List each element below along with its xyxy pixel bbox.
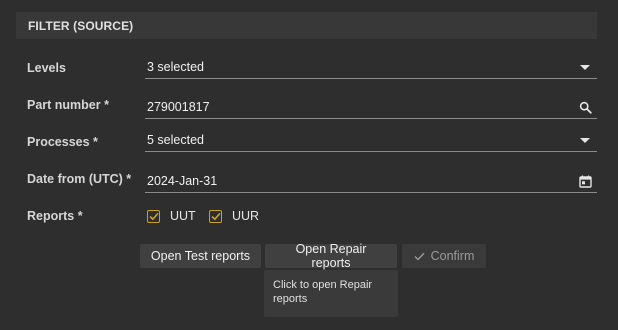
part-number-value: 279001817 xyxy=(147,100,210,114)
panel-title: FILTER (SOURCE) xyxy=(28,18,134,33)
part-number-input[interactable]: 279001817 xyxy=(145,96,597,119)
chevron-down-icon[interactable] xyxy=(575,130,595,150)
uur-checkbox-group[interactable]: UUR xyxy=(209,209,259,223)
part-number-label: Part number * xyxy=(27,98,109,112)
check-icon xyxy=(148,212,159,220)
processes-value: 5 selected xyxy=(147,133,204,147)
confirm-button[interactable]: Confirm xyxy=(402,244,486,268)
open-test-reports-button[interactable]: Open Test reports xyxy=(140,244,261,268)
levels-label: Levels xyxy=(27,61,66,75)
date-from-input[interactable]: 2024-Jan-31 xyxy=(145,170,597,193)
search-icon[interactable] xyxy=(575,97,595,117)
uut-checkbox-group[interactable]: UUT xyxy=(147,209,196,223)
check-icon xyxy=(414,252,425,261)
part-number-row: Part number * 279001817 xyxy=(0,98,618,130)
reports-label: Reports * xyxy=(27,209,83,223)
uut-checkbox[interactable] xyxy=(147,209,160,223)
check-icon xyxy=(210,212,221,220)
reports-row: Reports * UUT UUR xyxy=(0,209,618,241)
chevron-down-icon[interactable] xyxy=(575,57,595,77)
uur-checkbox[interactable] xyxy=(209,209,222,223)
processes-row: Processes * 5 selected xyxy=(0,133,618,167)
uur-label: UUR xyxy=(232,209,260,223)
calendar-icon[interactable] xyxy=(575,171,595,191)
date-from-row: Date from (UTC) * 2024-Jan-31 xyxy=(0,172,618,204)
open-repair-reports-button[interactable]: Open Repair reports xyxy=(265,242,397,270)
date-from-value: 2024-Jan-31 xyxy=(147,174,218,188)
date-from-label: Date from (UTC) * xyxy=(27,172,132,186)
processes-label: Processes * xyxy=(27,135,98,149)
levels-row: Levels 3 selected xyxy=(0,60,618,93)
confirm-label: Confirm xyxy=(430,249,475,263)
uut-label: UUT xyxy=(170,209,196,223)
processes-select[interactable]: 5 selected xyxy=(145,129,597,152)
filter-panel-header: FILTER (SOURCE) xyxy=(16,12,597,39)
repair-reports-tooltip: Click to open Repair reports xyxy=(264,270,398,317)
levels-select[interactable]: 3 selected xyxy=(145,56,597,79)
levels-value: 3 selected xyxy=(147,60,204,74)
